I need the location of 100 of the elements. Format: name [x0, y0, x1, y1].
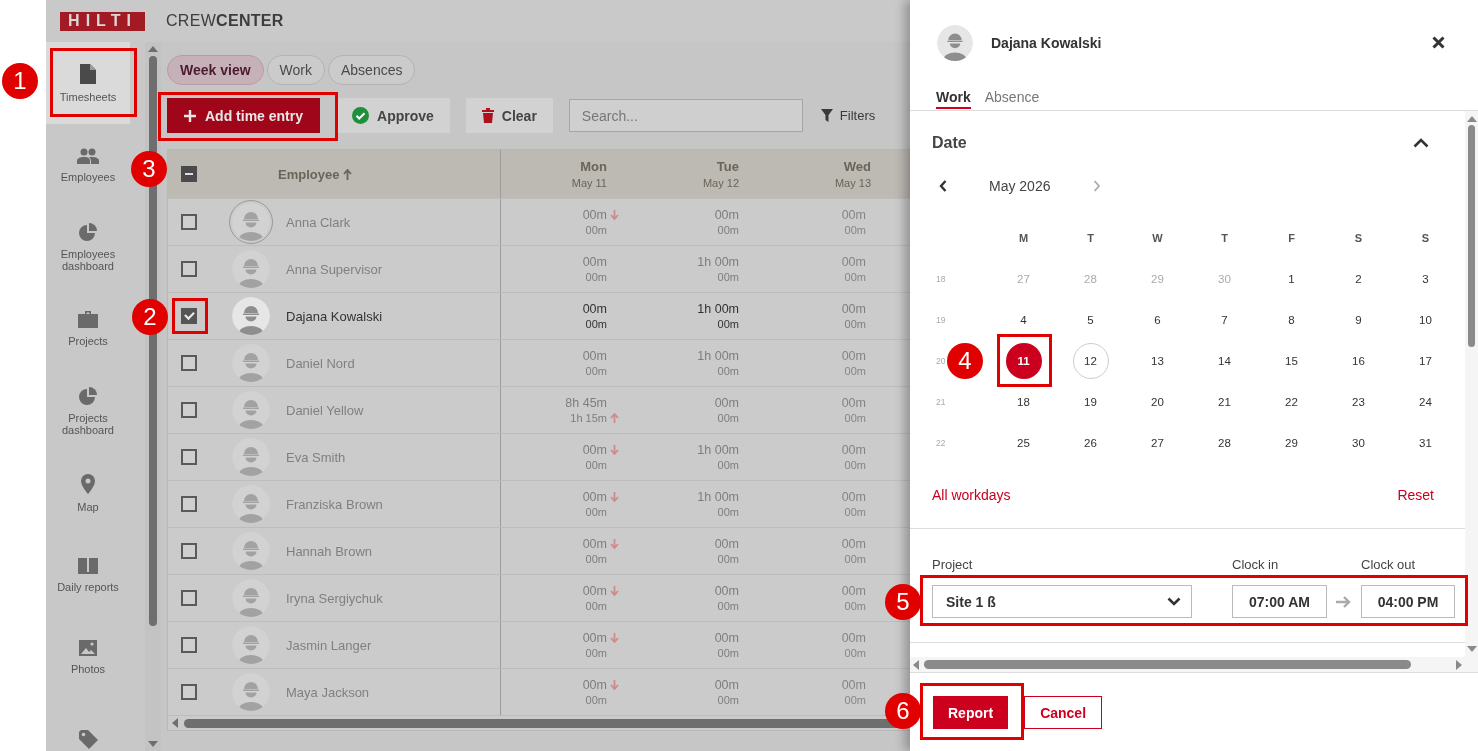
column-date: May 12 — [702, 177, 739, 189]
hours-value: 00m — [844, 365, 866, 377]
calendar-day[interactable]: 20 — [1139, 383, 1176, 420]
filters-button[interactable]: Filters — [818, 108, 876, 123]
calendar-day[interactable]: 24 — [1407, 383, 1444, 420]
hours-value: 00m — [582, 631, 607, 645]
hours-value: 1h 00m — [697, 255, 739, 269]
checkbox[interactable] — [181, 402, 197, 418]
map-pin-icon — [81, 473, 95, 494]
approve-button[interactable]: Approve — [336, 98, 450, 133]
checkbox[interactable] — [181, 166, 197, 182]
checkbox[interactable] — [181, 261, 197, 277]
hours-value: 00m — [717, 224, 739, 236]
sidebar-item[interactable]: Employees — [46, 124, 130, 206]
add-time-entry-button[interactable]: Add time entry — [167, 98, 320, 133]
checkbox[interactable] — [181, 637, 197, 653]
checkbox[interactable] — [181, 449, 197, 465]
calendar-day[interactable]: 19 — [1072, 383, 1109, 420]
checkbox[interactable] — [181, 543, 197, 559]
clear-button[interactable]: Clear — [465, 98, 553, 133]
chevron-up-icon[interactable] — [1413, 138, 1429, 148]
calendar-day[interactable]: 2 — [1340, 260, 1377, 297]
clock-out-field[interactable]: 04:00 PM — [1361, 585, 1455, 618]
checkbox[interactable] — [181, 496, 197, 512]
checkbox[interactable] — [181, 214, 197, 230]
avatar — [232, 626, 270, 664]
calendar-day[interactable]: 27 — [1139, 424, 1176, 461]
calendar-day[interactable]: 17 — [1407, 342, 1444, 379]
sidebar-item[interactable]: Projects dashboard — [46, 370, 130, 452]
hours-value: 00m — [841, 490, 866, 504]
checkbox[interactable] — [181, 590, 197, 606]
highlight-frame — [172, 298, 208, 334]
hours-value: 00m — [717, 459, 739, 471]
calendar-day[interactable]: 9 — [1340, 301, 1377, 338]
calendar-day[interactable]: 11 — [1005, 342, 1042, 379]
employee-name: Iryna Sergiychuk — [286, 590, 383, 606]
hours-value: 00m — [582, 255, 607, 269]
calendar-day[interactable]: 10 — [1407, 301, 1444, 338]
employee-name: Daniel Yellow — [286, 402, 364, 418]
checkbox[interactable] — [181, 355, 197, 371]
scrollbar[interactable] — [1465, 111, 1478, 657]
calendar-day[interactable]: 14 — [1206, 342, 1243, 379]
hours-value: 00m — [582, 302, 607, 316]
hours-value: 1h 00m — [697, 443, 739, 457]
chevron-right-icon[interactable] — [1093, 180, 1102, 192]
calendar-day[interactable]: 8 — [1273, 301, 1310, 338]
hours-value: 00m — [582, 537, 607, 551]
down-arrow-icon — [609, 492, 619, 502]
calendar-day[interactable]: 3 — [1407, 260, 1444, 297]
avatar — [937, 25, 973, 61]
calendar-day[interactable]: 16 — [1340, 342, 1377, 379]
calendar-day[interactable]: 30 — [1340, 424, 1377, 461]
calendar-day[interactable]: 22 — [1273, 383, 1310, 420]
tab[interactable]: Absence — [984, 87, 1040, 109]
calendar-day[interactable]: 7 — [1206, 301, 1243, 338]
calendar-day[interactable]: 6 — [1139, 301, 1176, 338]
sidebar-item[interactable]: Map — [46, 452, 130, 534]
calendar-day[interactable]: 13 — [1139, 342, 1176, 379]
calendar-day[interactable]: 21 — [1206, 383, 1243, 420]
sidebar-item[interactable]: Daily reports — [46, 534, 130, 616]
calendar-day[interactable]: 29 — [1273, 424, 1310, 461]
weekday-label: T — [1221, 231, 1228, 244]
checkbox[interactable] — [181, 308, 197, 324]
image-icon — [79, 639, 97, 656]
cancel-button[interactable]: Cancel — [1024, 696, 1103, 729]
all-workdays-link[interactable]: All workdays — [932, 487, 1011, 503]
calendar-day[interactable]: 5 — [1072, 301, 1109, 338]
filter-icon — [820, 109, 833, 122]
report-button[interactable]: Report — [933, 696, 1009, 729]
calendar-day[interactable]: 26 — [1072, 424, 1109, 461]
calendar-day[interactable]: 23 — [1340, 383, 1377, 420]
calendar-day[interactable]: 25 — [1005, 424, 1042, 461]
sidebar-item[interactable]: Photos — [46, 616, 130, 698]
search-field[interactable]: Search... — [568, 99, 803, 132]
calendar-day[interactable]: 18 — [1005, 383, 1042, 420]
employee-name: Jasmin Langer — [286, 637, 372, 653]
view-tab[interactable]: Absences — [328, 55, 416, 85]
calendar-day[interactable]: 28 — [1206, 424, 1243, 461]
reset-link[interactable]: Reset — [1397, 487, 1434, 503]
avatar — [232, 532, 270, 570]
calendar-day[interactable]: 4 — [1005, 301, 1042, 338]
sidebar-item[interactable]: Projects — [46, 288, 130, 370]
view-tab[interactable]: Work — [266, 55, 325, 85]
scrollbar[interactable] — [910, 657, 1478, 672]
sidebar-item[interactable]: Employees dashboard — [46, 206, 130, 288]
calendar-day[interactable]: 15 — [1273, 342, 1310, 379]
checkbox[interactable] — [181, 684, 197, 700]
close-icon[interactable] — [1432, 36, 1445, 49]
calendar-day[interactable]: 1 — [1273, 260, 1310, 297]
chevron-left-icon[interactable] — [939, 180, 947, 192]
tab[interactable]: Work — [936, 87, 971, 109]
clock-in-field[interactable]: 07:00 AM — [1232, 585, 1327, 618]
calendar-day[interactable]: 31 — [1407, 424, 1444, 461]
scrollbar[interactable] — [145, 42, 161, 751]
hours-value: 00m — [844, 694, 866, 706]
view-tab[interactable]: Week view — [167, 55, 264, 85]
hours-value: 00m — [841, 349, 866, 363]
project-dropdown[interactable]: Site 1 ß — [932, 585, 1192, 618]
down-arrow-icon — [609, 633, 619, 643]
hours-value: 1h 00m — [697, 302, 739, 316]
